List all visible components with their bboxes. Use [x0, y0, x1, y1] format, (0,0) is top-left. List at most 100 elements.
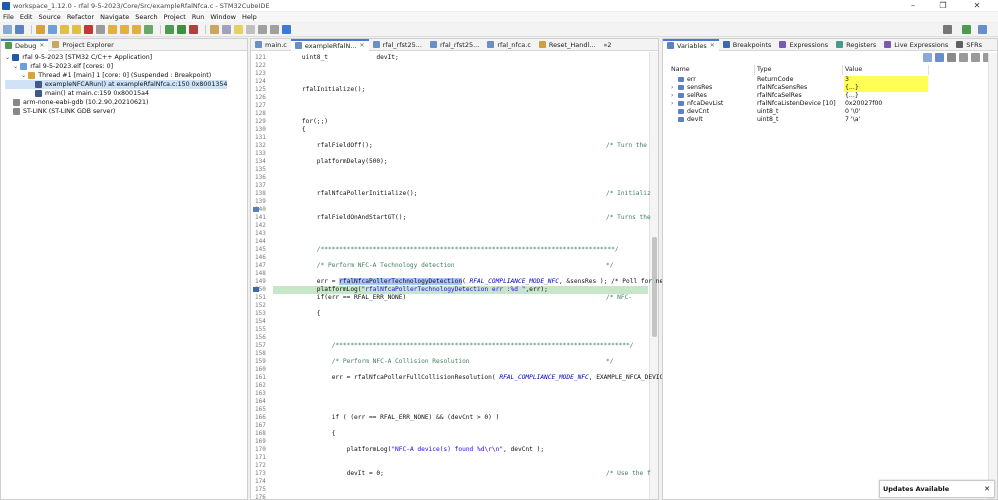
- variable-value[interactable]: {...}: [844, 92, 928, 100]
- code-line[interactable]: /* Perform NFC-A Collision Resolution: [287, 358, 470, 366]
- back-icon[interactable]: [258, 25, 267, 34]
- debug-icon[interactable]: [165, 25, 174, 34]
- tree-item-stlink[interactable]: ST-LINK (ST-LINK GDB server): [5, 107, 227, 116]
- code-line[interactable]: rfalFieldOff();: [287, 142, 373, 150]
- code-line[interactable]: devIt = 0;: [287, 470, 384, 478]
- disconnect-icon[interactable]: [96, 25, 105, 34]
- code-line[interactable]: /* Perform NFC-A Technology detection: [287, 262, 455, 270]
- step-into-icon[interactable]: [108, 25, 117, 34]
- code-line[interactable]: platformLog("NFC-A device(s) found %d\r\…: [287, 446, 544, 454]
- code-line[interactable]: if(err == RFAL_ERR_NONE): [287, 294, 406, 302]
- tree-item-gdb[interactable]: arm-none-eabi-gdb (10.2.90.20210621): [5, 98, 227, 107]
- step-return-icon[interactable]: [132, 25, 141, 34]
- column-name[interactable]: Name: [669, 65, 755, 75]
- chevron-right-icon[interactable]: ›: [671, 100, 677, 108]
- variable-row[interactable]: devCnt uint8_t 0 '\0': [663, 108, 997, 116]
- resume-icon[interactable]: [60, 25, 69, 34]
- annotation-icon[interactable]: [246, 25, 255, 34]
- chevron-right-icon[interactable]: [671, 76, 677, 84]
- variable-row[interactable]: err ReturnCode 3: [663, 76, 997, 84]
- tab-expressions[interactable]: Expressions: [775, 39, 832, 51]
- column-type[interactable]: Type: [755, 65, 843, 75]
- code-line[interactable]: err = rfalNfcaPollerFullCollisionResolut…: [287, 374, 667, 382]
- variable-row[interactable]: › selRes rfalNfcaSelRes {...}: [663, 92, 997, 100]
- menu-project[interactable]: Project: [164, 13, 186, 21]
- code-line[interactable]: platformLog("rfalNfcaPollerTechnologyDet…: [287, 286, 548, 294]
- code-line[interactable]: rfalInitialize();: [287, 86, 365, 94]
- tab-variables[interactable]: Variables ✕: [663, 38, 719, 51]
- menu-window[interactable]: Window: [210, 13, 236, 21]
- code-line[interactable]: {: [287, 310, 321, 318]
- tree-item-frame-current[interactable]: exampleNFCARun() at exampleRfalNfca.c:15…: [5, 80, 228, 89]
- code-line[interactable]: /***************************************…: [287, 342, 634, 350]
- variable-value[interactable]: 0x20027f00: [844, 100, 928, 108]
- collapse-all-icon[interactable]: [947, 53, 956, 62]
- code-line[interactable]: platformDelay(500);: [287, 158, 388, 166]
- code-line[interactable]: rfalFieldOnAndStartGT();: [287, 214, 406, 222]
- variable-value[interactable]: 0 '\0': [844, 108, 928, 116]
- code-line[interactable]: uint8_t devIt;: [287, 54, 399, 62]
- tree-item-thread[interactable]: ⌄ Thread #1 [main] 1 [core: 0] (Suspende…: [5, 71, 227, 80]
- menu-help[interactable]: Help: [242, 13, 257, 21]
- code-line[interactable]: rfalNfcaPollerInitialize();: [287, 190, 418, 198]
- tab-reset-handler[interactable]: Reset_Handl...: [535, 39, 600, 51]
- save-icon[interactable]: [15, 25, 24, 34]
- tab-debug[interactable]: Debug ✕: [1, 38, 49, 51]
- chevron-right-icon[interactable]: [671, 116, 677, 124]
- variable-row[interactable]: › sensRes rfalNfcaSensRes {...}: [663, 84, 997, 92]
- external-tools-icon[interactable]: [189, 25, 198, 34]
- code-line[interactable]: {: [287, 430, 336, 438]
- menu-search[interactable]: Search: [135, 13, 157, 21]
- menu-run[interactable]: Run: [192, 13, 204, 21]
- menu-refactor[interactable]: Refactor: [67, 13, 94, 21]
- chevron-down-icon[interactable]: ⌄: [21, 71, 26, 80]
- view-menu-icon[interactable]: [959, 53, 968, 62]
- tab-rfal-nfca-c[interactable]: rfal_nfca.c: [483, 39, 535, 51]
- instruction-stepping-icon[interactable]: [144, 25, 153, 34]
- code-line[interactable]: for(;;): [287, 118, 328, 126]
- skip-breakpoints-icon[interactable]: [48, 25, 57, 34]
- close-icon[interactable]: ✕: [984, 485, 990, 493]
- editor-scrollbar[interactable]: [649, 52, 658, 499]
- show-type-names-icon[interactable]: [923, 53, 932, 62]
- minimize-button[interactable]: –: [898, 0, 928, 11]
- terminate-icon[interactable]: [84, 25, 93, 34]
- column-value[interactable]: Value: [843, 65, 929, 75]
- code-line[interactable]: /***************************************…: [287, 246, 619, 254]
- close-icon[interactable]: ✕: [39, 42, 44, 49]
- breakpoint-marker-icon[interactable]: [253, 287, 259, 292]
- tab-registers[interactable]: Registers: [832, 39, 880, 51]
- chevron-right-icon[interactable]: ›: [671, 84, 677, 92]
- menu-source[interactable]: Source: [38, 13, 60, 21]
- perspective-cpp-icon[interactable]: [978, 25, 987, 34]
- mark-occurrences-icon[interactable]: [234, 25, 243, 34]
- show-logical-structure-icon[interactable]: [935, 53, 944, 62]
- breakpoint-marker-icon[interactable]: [253, 207, 259, 212]
- forward-icon[interactable]: [270, 25, 279, 34]
- tab-rfal-rfst25-1[interactable]: rfal_rfst25...: [369, 39, 426, 51]
- tab-example-rfal-nfca[interactable]: exampleRfalN... ✕: [290, 38, 369, 51]
- tab-sfrs[interactable]: SFRs: [952, 39, 986, 51]
- code-line[interactable]: if ( (err == RFAL_ERR_NONE) && (devCnt >…: [287, 414, 500, 422]
- search-toolbar-icon[interactable]: [222, 25, 231, 34]
- close-icon[interactable]: ✕: [360, 42, 365, 49]
- close-button[interactable]: ✕: [962, 0, 992, 11]
- search-icon[interactable]: [943, 25, 952, 34]
- info-icon[interactable]: [282, 25, 291, 34]
- menu-navigate[interactable]: Navigate: [100, 13, 129, 21]
- restore-button[interactable]: ❐: [928, 0, 958, 11]
- variable-value[interactable]: {...}: [844, 84, 928, 92]
- variable-row[interactable]: devIt uint8_t 7 '\a': [663, 116, 997, 124]
- build-icon[interactable]: [36, 25, 45, 34]
- minimize-view-icon[interactable]: [971, 53, 980, 62]
- code-editor[interactable]: 121 uint8_t devIt; 122 123 124 125 rfalIniti…: [251, 52, 667, 500]
- run-icon[interactable]: [177, 25, 186, 34]
- chevron-down-icon[interactable]: ⌄: [13, 62, 18, 71]
- menu-file[interactable]: File: [3, 13, 14, 21]
- editor-scrollbar-thumb[interactable]: [652, 237, 657, 337]
- variable-row[interactable]: › nfcaDevList rfalNfcaListenDevice [10] 0x2…: [663, 100, 997, 108]
- close-icon[interactable]: ✕: [710, 42, 715, 49]
- tab-overflow[interactable]: »2: [599, 39, 615, 51]
- tree-item-elf[interactable]: ⌄ rfal 9-5-2023.elf [cores: 0]: [5, 62, 227, 71]
- chevron-down-icon[interactable]: ⌄: [5, 53, 10, 62]
